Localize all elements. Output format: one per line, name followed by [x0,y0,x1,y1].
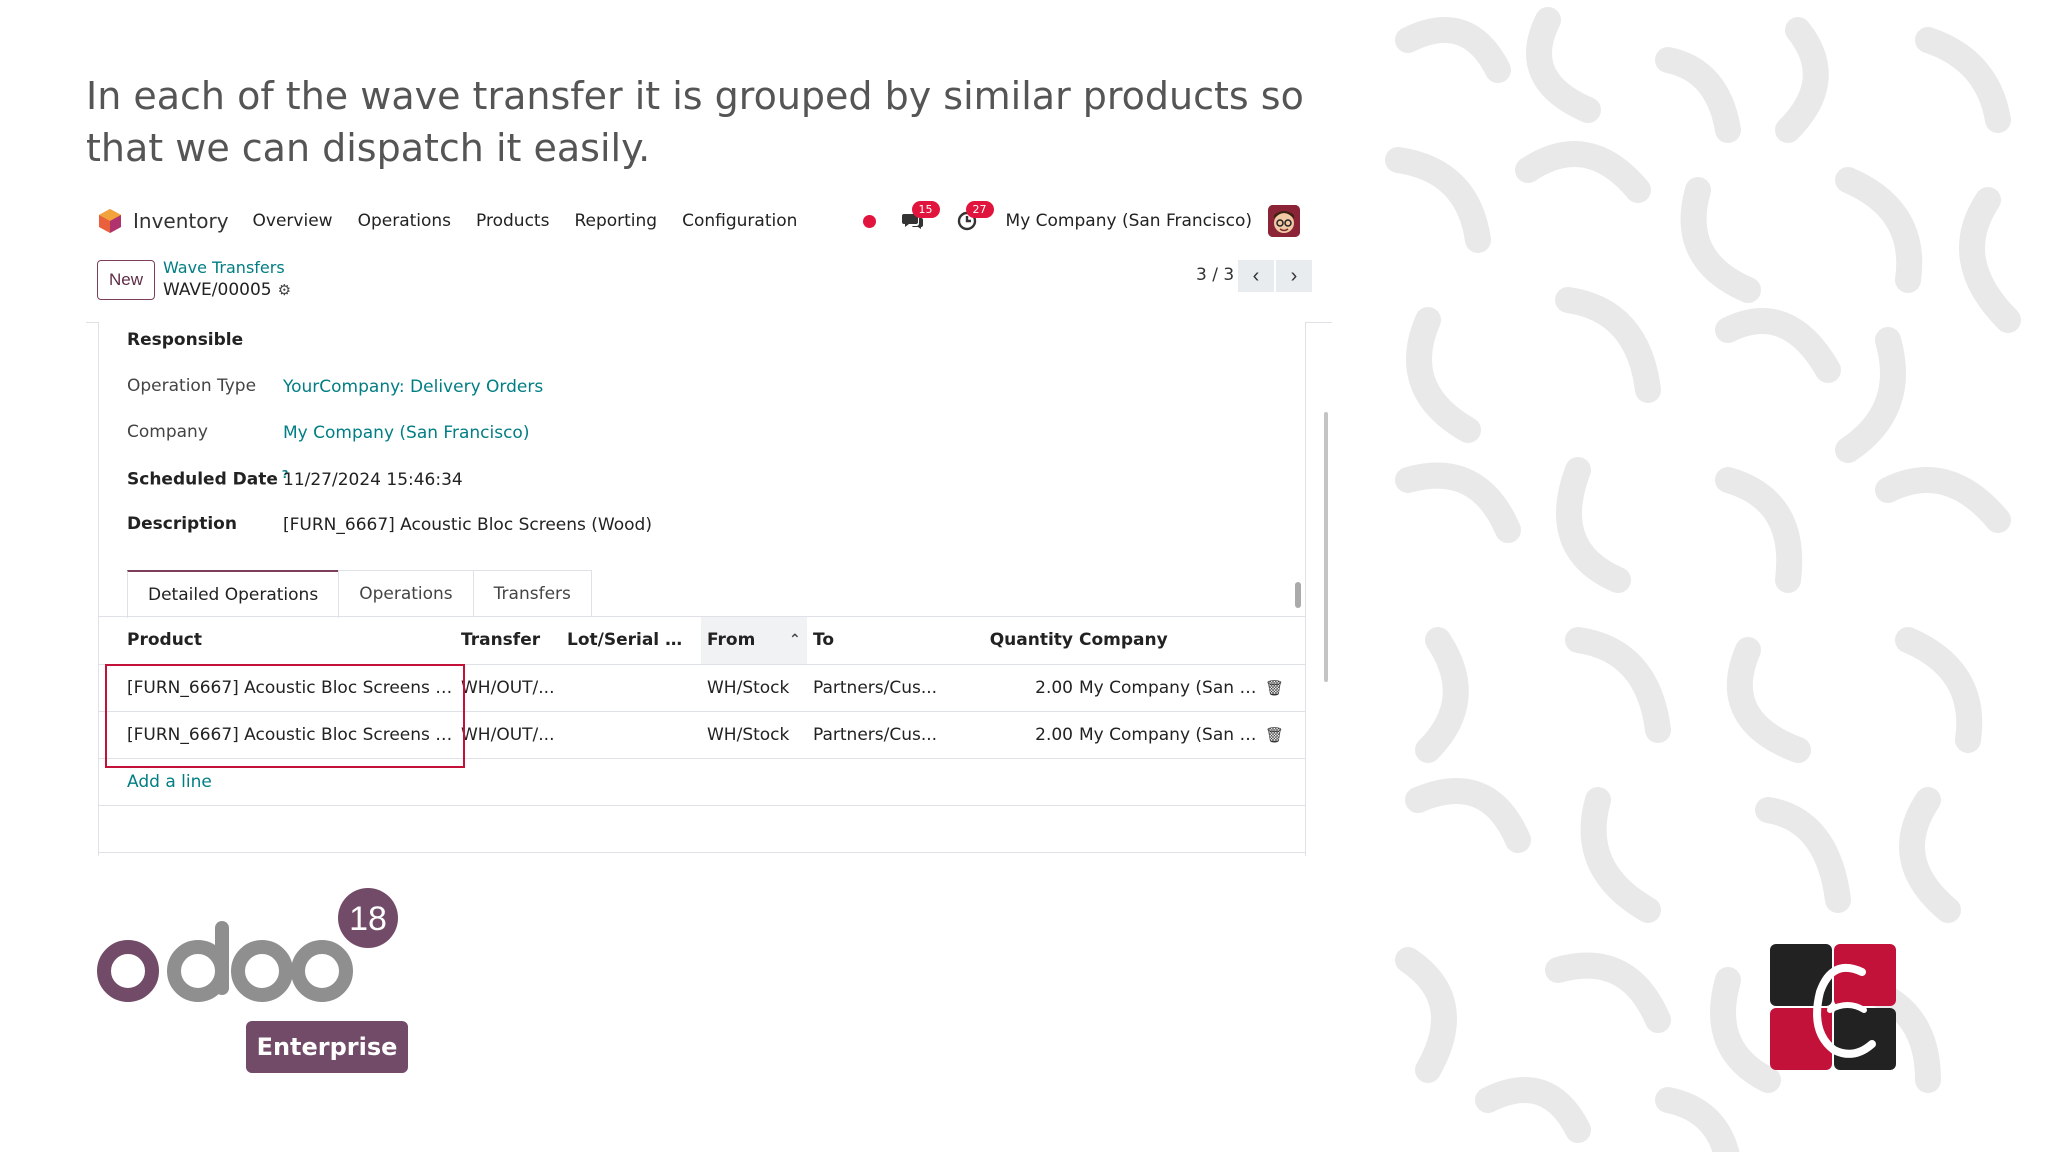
pager-previous-button[interactable]: ‹ [1238,260,1274,292]
tab-scrollbar-thumb[interactable] [1295,582,1301,608]
scheduled-date-label-text: Scheduled Date [127,469,278,490]
enterprise-badge: Enterprise [246,1021,408,1073]
description-label: Description [127,514,237,534]
cell-company[interactable]: My Company (San Fra... [1069,712,1261,758]
caption-text: In each of the wave transfer it is group… [86,74,1304,170]
cell-from[interactable]: WH/Stock [707,665,807,711]
menu-configuration[interactable]: Configuration [682,211,797,231]
company-label: Company [127,422,208,442]
breadcrumb-wave-transfers[interactable]: Wave Transfers [163,258,285,277]
company-switcher[interactable]: My Company (San Francisco) [1006,211,1252,231]
control-panel: New Wave Transfers WAVE/00005 ⚙ 3 / 3 ‹ … [86,252,1318,308]
pager-next-button[interactable]: › [1276,260,1312,292]
menu-overview[interactable]: Overview [253,211,333,231]
column-lot-serial[interactable]: Lot/Serial N... [567,617,695,664]
tab-scrollbar[interactable] [1295,570,1301,616]
cell-from[interactable]: WH/Stock [707,712,807,758]
record-title: WAVE/00005 [163,280,272,300]
avatar-face-icon [1268,205,1300,237]
cell-transfer[interactable]: WH/OUT/... [461,712,561,758]
menu-reporting[interactable]: Reporting [574,211,657,231]
swirl-pattern-graphic [1385,7,2021,1152]
form-scrollbar[interactable] [1324,322,1328,856]
column-transfer[interactable]: Transfer [461,617,561,664]
trash-icon[interactable]: 🗑 [1265,712,1284,758]
app-name[interactable]: Inventory [133,209,229,233]
column-from[interactable]: From [707,617,777,664]
company-field[interactable]: My Company (San Francisco) [283,423,529,443]
company-brand-logo [1770,944,1896,1070]
cell-to[interactable]: Partners/Cus... [813,665,943,711]
column-to[interactable]: To [813,617,913,664]
activities-button[interactable]: 27 [952,201,994,236]
scheduled-date-label: Scheduled Date? [127,468,288,490]
form-bottom-divider [99,852,1305,853]
menu-operations[interactable]: Operations [358,211,451,231]
product-highlight-box [105,664,465,768]
version-number: 18 [349,900,387,938]
messages-count-badge: 15 [911,201,940,218]
notebook-tabs: Detailed Operations Operations Transfers [127,570,592,618]
scheduled-date-field[interactable]: 11/27/2024 15:46:34 [283,470,463,490]
menu-products[interactable]: Products [476,211,549,231]
column-product[interactable]: Product [127,617,447,664]
record-name: WAVE/00005 ⚙ [163,280,291,300]
column-company[interactable]: Company [1069,617,1259,664]
messages-button[interactable]: 15 [898,201,940,236]
cell-to[interactable]: Partners/Cus... [813,712,943,758]
chevron-left-icon: ‹ [1252,264,1260,287]
decorative-pattern [1368,0,2048,1152]
operation-type-label: Operation Type [127,376,257,396]
activities-count-badge: 27 [965,201,994,218]
new-button[interactable]: New [97,260,155,300]
trash-icon[interactable]: 🗑 [1265,665,1284,711]
user-avatar[interactable] [1268,205,1300,237]
column-quantity[interactable]: Quantity [979,617,1073,664]
cell-quantity[interactable]: 2.00 [979,712,1073,758]
cell-transfer[interactable]: WH/OUT/... [461,665,561,711]
tab-detailed-operations[interactable]: Detailed Operations [127,570,340,618]
description-field[interactable]: [FURN_6667] Acoustic Bloc Screens (Wood) [283,515,652,535]
navbar-systray: 15 27 My Company (San Francisco) [862,198,1318,244]
pager-counter[interactable]: 3 / 3 [1196,265,1234,285]
form-sheet: Responsible Operation Type YourCompany: … [98,322,1306,856]
top-navbar: Inventory Overview Operations Products R… [86,198,1318,244]
operation-type-field[interactable]: YourCompany: Delivery Orders [283,377,543,397]
tab-transfers[interactable]: Transfers [472,570,592,617]
chevron-right-icon: › [1290,264,1298,287]
sort-ascending-icon[interactable]: ⌃ [789,617,801,664]
form-scrollbar-thumb[interactable] [1324,412,1328,682]
cell-lot[interactable] [567,665,695,711]
tab-operations[interactable]: Operations [338,570,474,617]
responsible-label: Responsible [127,330,244,350]
gear-icon[interactable]: ⚙ [278,281,291,299]
cell-company[interactable]: My Company (San Fra... [1069,665,1261,711]
table-header: Product Transfer Lot/Serial N... From ⌃ … [99,617,1305,665]
cell-lot[interactable] [567,712,695,758]
recording-indicator-icon[interactable] [862,214,876,228]
inventory-app-icon[interactable] [97,208,123,234]
cell-quantity[interactable]: 2.00 [979,665,1073,711]
